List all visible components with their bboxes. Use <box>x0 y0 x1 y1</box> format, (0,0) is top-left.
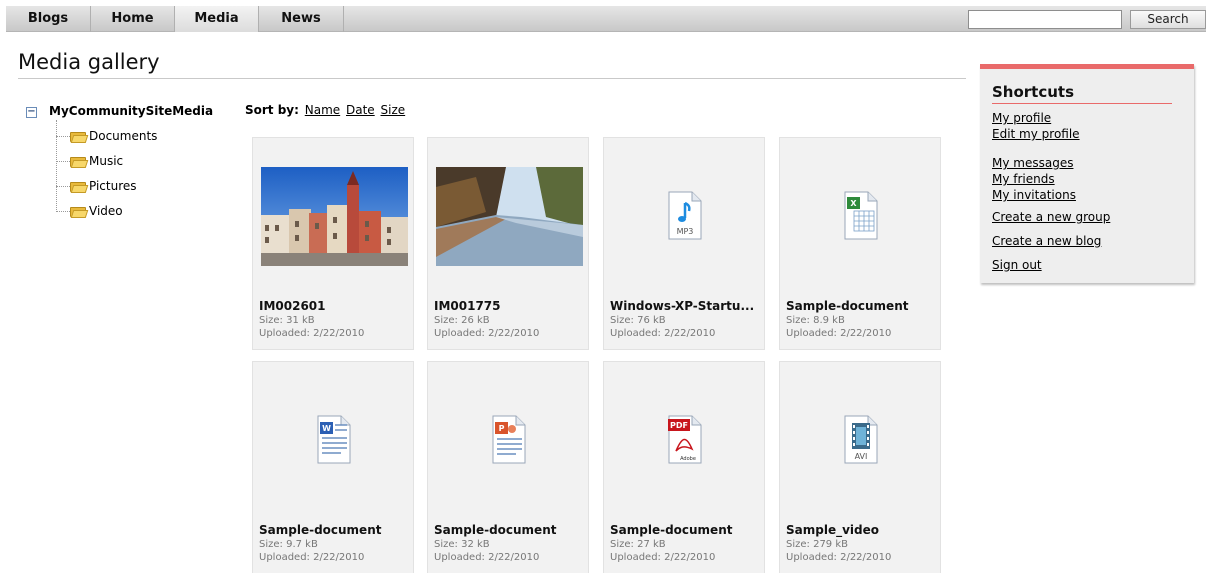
shortcut-my-friends[interactable]: My friends <box>992 172 1055 186</box>
nav-item-home[interactable]: Home <box>91 6 175 32</box>
photo-thumbnail[interactable] <box>436 167 583 266</box>
pdf-file-icon[interactable]: PDF Adobe <box>668 415 702 464</box>
file-size: Size: 279 kB <box>786 539 848 550</box>
tree-node-label: Music <box>89 154 124 168</box>
media-tile[interactable]: IM002601 Size: 31 kB Uploaded: 2/22/2010 <box>252 137 414 350</box>
tree-node-label: Video <box>89 204 123 218</box>
excel-file-icon[interactable]: X <box>844 191 878 240</box>
page-title: Media gallery <box>18 50 160 74</box>
file-name[interactable]: Sample-document <box>786 299 938 313</box>
file-upload-date: Uploaded: 2/22/2010 <box>434 328 540 339</box>
file-name[interactable]: Sample-document <box>610 523 762 537</box>
svg-text:PDF: PDF <box>670 421 688 430</box>
folder-icon <box>70 180 89 193</box>
file-upload-date: Uploaded: 2/22/2010 <box>434 552 540 563</box>
sort-label: Sort by: <box>245 103 299 117</box>
mp3-file-icon[interactable]: MP3 <box>668 191 702 240</box>
media-tile[interactable]: MP3 Windows-XP-Startu... Size: 76 kB Upl… <box>603 137 765 350</box>
file-size: Size: 31 kB <box>259 315 315 326</box>
file-upload-date: Uploaded: 2/22/2010 <box>259 552 365 563</box>
title-divider <box>18 78 966 79</box>
file-upload-date: Uploaded: 2/22/2010 <box>610 552 716 563</box>
file-upload-date: Uploaded: 2/22/2010 <box>259 328 365 339</box>
tree-node-video[interactable]: Video <box>56 204 123 220</box>
file-upload-date: Uploaded: 2/22/2010 <box>786 328 892 339</box>
tree-root-node[interactable]: MyCommunitySiteMedia <box>49 104 213 118</box>
nav-item-news[interactable]: News <box>259 6 344 32</box>
svg-text:Adobe: Adobe <box>680 456 696 462</box>
media-tile[interactable]: IM001775 Size: 26 kB Uploaded: 2/22/2010 <box>427 137 589 350</box>
search-button[interactable]: Search <box>1130 10 1206 29</box>
file-size: Size: 27 kB <box>610 539 666 550</box>
file-name[interactable]: Sample_video <box>786 523 938 537</box>
tree-node-music[interactable]: Music <box>56 154 123 170</box>
media-tile[interactable]: W Sample-document Size: 9.7 kB Uploaded:… <box>252 361 414 573</box>
search-input[interactable] <box>968 10 1122 29</box>
media-tile[interactable]: PDF Adobe Sample-document Size: 27 kB Up… <box>603 361 765 573</box>
file-name[interactable]: Windows-XP-Startu... <box>610 299 762 313</box>
file-name[interactable]: Sample-document <box>434 523 586 537</box>
tree-node-documents[interactable]: Documents <box>56 129 157 145</box>
svg-text:W: W <box>322 424 331 433</box>
file-size: Size: 32 kB <box>434 539 490 550</box>
shortcut-create-blog[interactable]: Create a new blog <box>992 234 1101 248</box>
svg-text:X: X <box>850 199 857 208</box>
folder-icon <box>70 130 89 143</box>
avi-file-icon[interactable]: AVI <box>844 415 878 464</box>
sort-by-size-link[interactable]: Size <box>381 103 406 117</box>
media-tile[interactable]: X Sample-document Size: 8.9 kB Uploaded:… <box>779 137 941 350</box>
shortcuts-panel: Shortcuts My profile Edit my profile My … <box>980 64 1194 283</box>
photo-thumbnail[interactable] <box>261 167 408 266</box>
file-name[interactable]: IM001775 <box>434 299 586 313</box>
file-size: Size: 26 kB <box>434 315 490 326</box>
tree-node-label: Documents <box>89 129 158 143</box>
shortcut-my-profile[interactable]: My profile <box>992 111 1051 125</box>
shortcuts-title: Shortcuts <box>992 83 1075 101</box>
shortcut-my-messages[interactable]: My messages <box>992 156 1073 170</box>
shortcut-edit-my-profile[interactable]: Edit my profile <box>992 127 1080 141</box>
shortcuts-divider <box>992 103 1172 104</box>
svg-text:P: P <box>499 424 505 433</box>
file-size: Size: 9.7 kB <box>259 539 318 550</box>
shortcut-create-group[interactable]: Create a new group <box>992 210 1110 224</box>
folder-icon <box>70 155 89 168</box>
sort-by-date-link[interactable]: Date <box>346 103 375 117</box>
file-name[interactable]: Sample-document <box>259 523 411 537</box>
nav-item-blogs[interactable]: Blogs <box>6 6 91 32</box>
media-tile[interactable]: AVI Sample_video Size: 279 kB Uploaded: … <box>779 361 941 573</box>
file-size: Size: 8.9 kB <box>786 315 845 326</box>
sort-bar: Sort by: Name Date Size <box>245 103 405 117</box>
media-tile[interactable]: P Sample-document Size: 32 kB Uploaded: … <box>427 361 589 573</box>
top-navigation-bar: Blogs Home Media News Search <box>6 6 1206 32</box>
svg-text:MP3: MP3 <box>677 227 694 236</box>
file-size: Size: 76 kB <box>610 315 666 326</box>
nav-item-media[interactable]: Media <box>175 6 259 32</box>
shortcut-my-invitations[interactable]: My invitations <box>992 188 1076 202</box>
word-file-icon[interactable]: W <box>317 415 351 464</box>
tree-node-pictures[interactable]: Pictures <box>56 179 137 195</box>
folder-icon <box>70 205 89 218</box>
sort-by-name-link[interactable]: Name <box>305 103 340 117</box>
file-name[interactable]: IM002601 <box>259 299 411 313</box>
file-upload-date: Uploaded: 2/22/2010 <box>786 552 892 563</box>
collapse-icon[interactable]: − <box>26 107 37 118</box>
powerpoint-file-icon[interactable]: P <box>492 415 526 464</box>
shortcut-sign-out[interactable]: Sign out <box>992 258 1042 272</box>
svg-text:AVI: AVI <box>855 452 868 461</box>
file-upload-date: Uploaded: 2/22/2010 <box>610 328 716 339</box>
tree-node-label: Pictures <box>89 179 137 193</box>
